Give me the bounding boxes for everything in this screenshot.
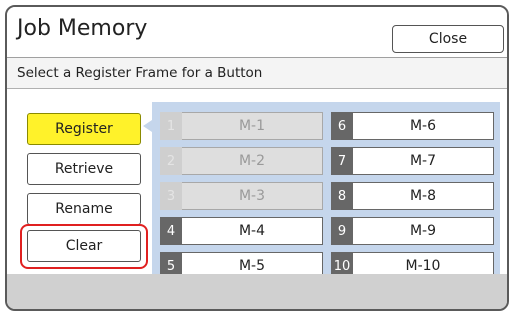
rename-button[interactable]: Rename	[27, 193, 141, 225]
slot-name: M-2	[182, 147, 323, 175]
register-button[interactable]: Register	[27, 113, 141, 145]
slot-number: 9	[331, 217, 353, 245]
slot-number: 2	[160, 147, 182, 175]
job-memory-dialog: Job Memory Close Select a Register Frame…	[5, 5, 509, 311]
memory-slot-8[interactable]: 8 M-8	[331, 182, 494, 210]
memory-slot-7[interactable]: 7 M-7	[331, 147, 494, 175]
slot-name: M-4	[182, 217, 323, 245]
close-button[interactable]: Close	[392, 25, 504, 53]
memory-slot-4[interactable]: 4 M-4	[160, 217, 323, 245]
slot-number: 8	[331, 182, 353, 210]
dialog-header: Job Memory Close	[7, 7, 507, 58]
slot-name: M-6	[353, 112, 494, 140]
dialog-footer	[7, 274, 507, 309]
slot-number: 4	[160, 217, 182, 245]
slot-name: M-7	[353, 147, 494, 175]
slot-number: 1	[160, 112, 182, 140]
instruction-text: Select a Register Frame for a Button	[17, 65, 263, 81]
memory-slot-6[interactable]: 6 M-6	[331, 112, 494, 140]
memory-slot-9[interactable]: 9 M-9	[331, 217, 494, 245]
memory-slot-2[interactable]: 2 M-2	[160, 147, 323, 175]
slot-name: M-9	[353, 217, 494, 245]
selection-pointer	[143, 120, 152, 132]
slot-name: M-3	[182, 182, 323, 210]
slot-number: 6	[331, 112, 353, 140]
memory-slot-3[interactable]: 3 M-3	[160, 182, 323, 210]
slot-number: 3	[160, 182, 182, 210]
content-area: Register Retrieve Rename Clear 1 M-1 2 M…	[7, 89, 507, 280]
clear-button[interactable]: Clear	[27, 230, 141, 262]
memory-slot-1[interactable]: 1 M-1	[160, 112, 323, 140]
instruction-bar: Select a Register Frame for a Button	[7, 58, 507, 89]
dialog-title: Job Memory	[17, 16, 148, 41]
slot-number: 7	[331, 147, 353, 175]
slot-name: M-1	[182, 112, 323, 140]
register-frame-panel: 1 M-1 2 M-2 3 M-3 4 M-4 5 M-5 6 M-6 7 M-…	[152, 102, 500, 280]
retrieve-button[interactable]: Retrieve	[27, 153, 141, 185]
slot-name: M-8	[353, 182, 494, 210]
